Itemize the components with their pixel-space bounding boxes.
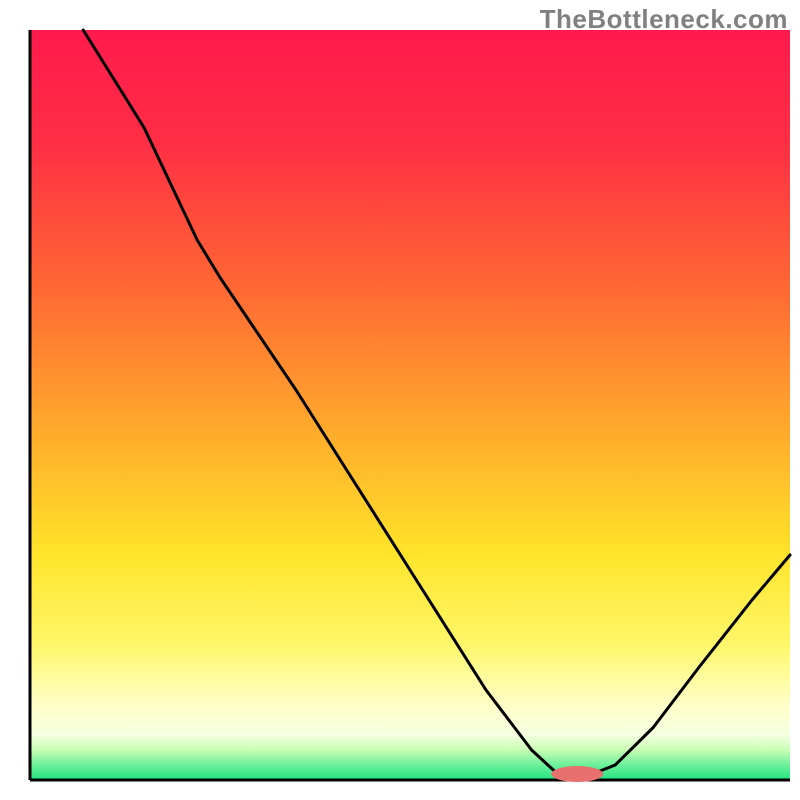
chart-frame: TheBottleneck.com — [0, 0, 800, 800]
watermark-text: TheBottleneck.com — [540, 4, 788, 35]
gradient-background — [30, 30, 790, 780]
optimal-marker — [551, 766, 603, 782]
bottleneck-chart — [0, 0, 800, 800]
